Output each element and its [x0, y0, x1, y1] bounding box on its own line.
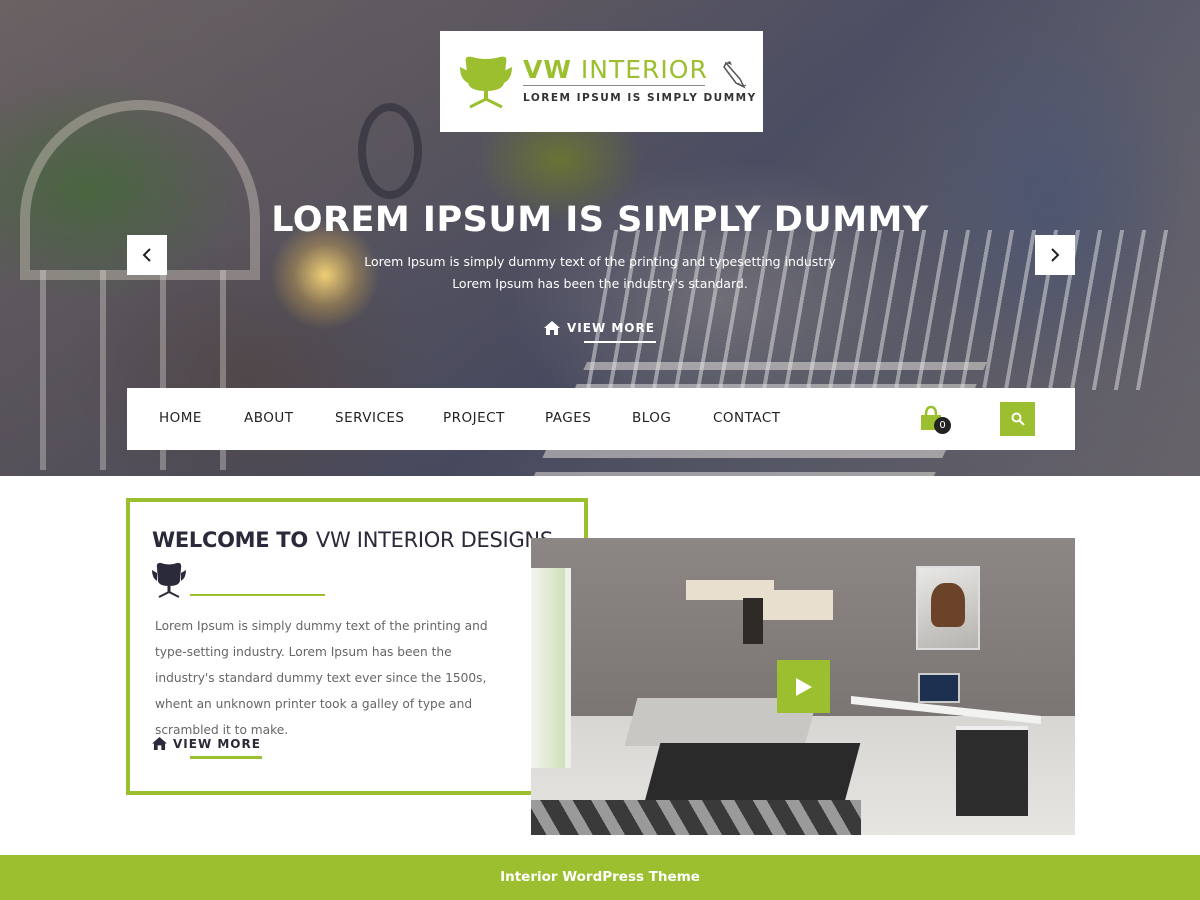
play-icon: [796, 678, 812, 696]
chevron-left-icon: [142, 248, 151, 262]
pen-icon: [723, 61, 747, 89]
nav-item-blog[interactable]: BLOG: [632, 410, 671, 426]
room-drawers: [956, 726, 1028, 816]
chevron-right-icon: [1051, 248, 1060, 262]
welcome-view-more-button[interactable]: VIEW MORE: [152, 736, 267, 762]
nav-item-contact[interactable]: CONTACT: [713, 410, 781, 426]
hero-text-line-2: Lorem Ipsum has been the industry's stan…: [452, 276, 748, 291]
welcome-button-underline: [190, 756, 262, 759]
chair-icon: [152, 562, 186, 598]
main-navigation: HOME ABOUT SERVICES PROJECT PAGES BLOG C…: [127, 388, 1075, 450]
room-horse-figure: [931, 583, 965, 627]
welcome-divider: [190, 594, 325, 596]
hero-title: LOREM IPSUM IS SIMPLY DUMMY: [271, 200, 929, 240]
site-logo[interactable]: VW INTERIOR LOREM IPSUM IS SIMPLY DUMMY: [440, 31, 763, 132]
nav-item-services[interactable]: SERVICES: [335, 410, 404, 426]
logo-title: VW INTERIOR: [523, 55, 708, 84]
room-rug: [531, 800, 861, 835]
background-mirror: [358, 103, 422, 199]
footer-bar: Interior WordPress Theme: [0, 855, 1200, 900]
welcome-view-more-label: VIEW MORE: [173, 737, 261, 751]
chair-icon: [460, 56, 512, 109]
room-wall-cabinet: [763, 590, 833, 620]
nav-item-pages[interactable]: PAGES: [545, 410, 591, 426]
slider-next-button[interactable]: [1035, 235, 1075, 275]
hero-view-more-button[interactable]: VIEW MORE: [544, 320, 656, 344]
play-button[interactable]: [777, 660, 830, 713]
room-wall-shelf: [686, 580, 774, 600]
hero-banner: VW INTERIOR LOREM IPSUM IS SIMPLY DUMMY …: [0, 0, 1200, 476]
welcome-body-text: Lorem Ipsum is simply dummy text of the …: [155, 619, 488, 737]
hero-button-underline: [584, 341, 656, 343]
logo-divider: [523, 85, 705, 86]
footer-text: Interior WordPress Theme: [500, 869, 700, 885]
slider-prev-button[interactable]: [127, 235, 167, 275]
nav-item-home[interactable]: HOME: [159, 410, 202, 426]
nav-item-project[interactable]: PROJECT: [443, 410, 505, 426]
nav-item-about[interactable]: ABOUT: [244, 410, 294, 426]
hero-view-more-label: VIEW MORE: [567, 321, 655, 335]
room-monitor: [918, 673, 960, 703]
room-window: [531, 568, 571, 768]
cart-count-badge: 0: [934, 417, 951, 434]
logo-tagline: LOREM IPSUM IS SIMPLY DUMMY: [523, 92, 757, 104]
room-bookshelf: [743, 598, 763, 644]
search-icon: [1011, 412, 1025, 426]
hero-text-line-1: Lorem Ipsum is simply dummy text of the …: [364, 254, 836, 269]
home-icon: [544, 321, 560, 335]
welcome-title: WELCOME TO VW INTERIOR DESIGNS: [152, 528, 553, 552]
home-icon: [152, 737, 167, 750]
search-button[interactable]: [1000, 402, 1035, 436]
